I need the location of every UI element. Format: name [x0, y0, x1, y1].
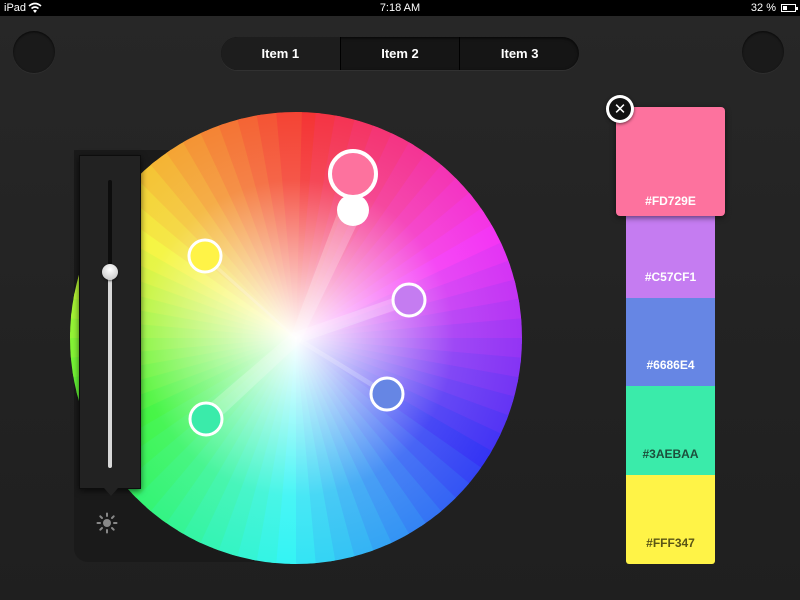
remove-swatch-button[interactable]: ✕	[606, 95, 634, 123]
handle-green[interactable]	[188, 401, 224, 437]
brightness-icon	[96, 512, 118, 534]
brightness-slider-fill	[108, 272, 112, 468]
handle-blue[interactable]	[369, 376, 405, 412]
swatch-hex-label: #FFF347	[646, 536, 695, 550]
handle-yellow[interactable]	[187, 238, 223, 274]
brightness-slider-panel	[79, 155, 141, 496]
swatch-fff347[interactable]: #FFF347	[626, 475, 715, 564]
swatch-6686e4[interactable]: #6686E4	[626, 298, 715, 386]
swatch-hex-label: #6686E4	[646, 358, 695, 372]
handle-purple[interactable]	[391, 282, 427, 318]
swatch-hex-label: #FD729E	[645, 194, 696, 208]
handle-primary[interactable]	[328, 149, 378, 199]
swatch-c57cf1[interactable]: #C57CF1	[626, 208, 715, 298]
swatch-3aebaa[interactable]: #3AEBAA	[626, 386, 715, 475]
swatch-hex-label: #C57CF1	[644, 270, 697, 284]
close-icon: ✕	[613, 100, 627, 118]
brightness-slider-thumb[interactable]	[102, 264, 118, 281]
swatch-fd729e-selected[interactable]: #FD729E	[616, 107, 725, 216]
swatch-hex-label: #3AEBAA	[642, 447, 699, 461]
